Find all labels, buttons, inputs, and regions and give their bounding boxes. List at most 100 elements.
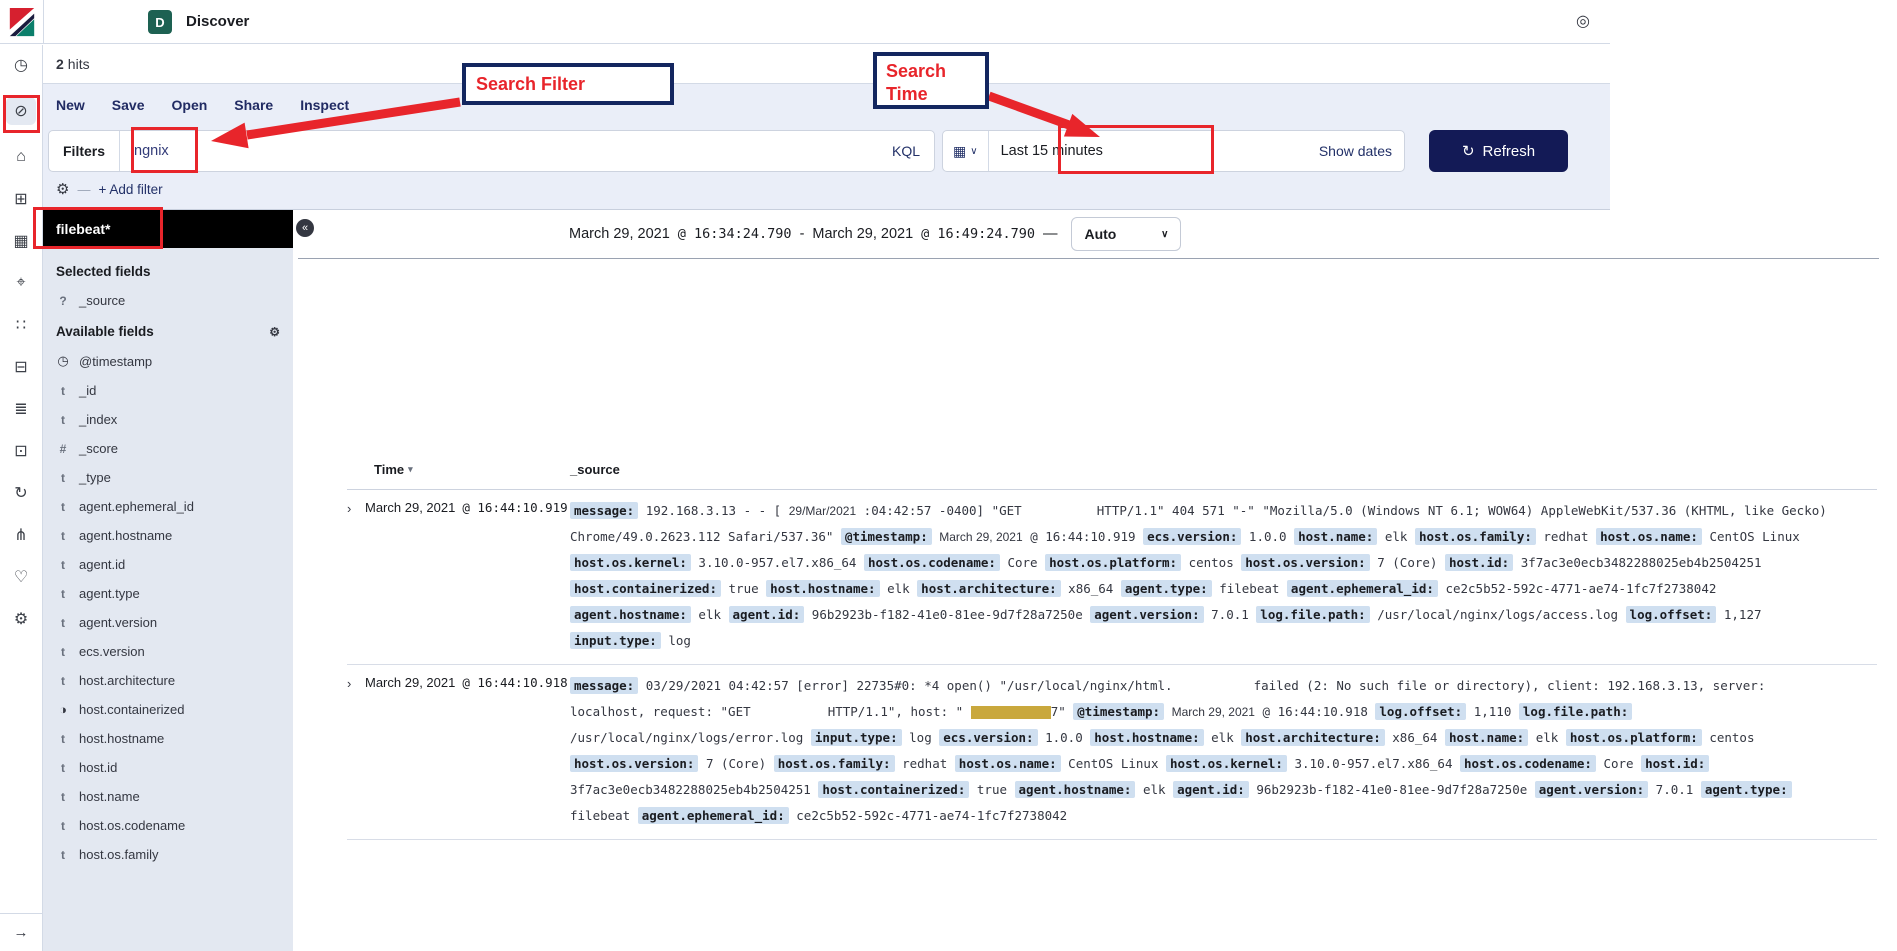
search-filter-annotation: Search Filter (462, 63, 674, 105)
collapse-sidebar-button[interactable]: « (296, 219, 314, 237)
document-row: ›March 29, 2021@ 16:44:10.918message: 03… (347, 665, 1877, 840)
chevron-down-icon: ∨ (970, 146, 977, 157)
field-name: _score (79, 441, 118, 456)
histogram-range-header: March 29, 2021 @ 16:34:24.790 - March 29… (569, 217, 1181, 251)
search-row: Filters ngnix KQL ▦ ∨ Last 15 minutes Sh… (43, 128, 1610, 172)
field-item-host.containerized[interactable]: ◑host.containerized (56, 702, 280, 717)
field-key-badge: agent.id: (1173, 781, 1249, 798)
field-item-agent.hostname[interactable]: tagent.hostname (56, 528, 280, 543)
field-item-host.architecture[interactable]: thost.architecture (56, 673, 280, 688)
menu-item-inspect[interactable]: Inspect (300, 97, 349, 113)
dev-tools-icon[interactable]: ⋔ (6, 525, 36, 545)
management-icon[interactable]: ⚙ (6, 609, 36, 629)
text-type-icon: t (56, 616, 70, 630)
menu-item-open[interactable]: Open (172, 97, 208, 113)
field-item-host.hostname[interactable]: thost.hostname (56, 731, 280, 746)
overlaid-date-text: March 29, 2021 (1172, 705, 1255, 719)
menu-item-new[interactable]: New (56, 97, 85, 113)
field-item-host.os.codename[interactable]: thost.os.codename (56, 818, 280, 833)
field-item-_id[interactable]: t _id (56, 383, 280, 398)
logs-icon[interactable]: ≣ (6, 399, 36, 419)
search-input[interactable]: ngnix (120, 143, 892, 159)
field-item-host.name[interactable]: t host.name (56, 789, 280, 804)
visualize-icon[interactable]: ⌂ (6, 147, 36, 167)
header-menu-icon[interactable]: ◎ (1576, 11, 1590, 31)
field-item-agent.ephemeral_id[interactable]: tagent.ephemeral_id (56, 499, 280, 514)
field-key-badge: ecs.version: (939, 729, 1037, 746)
discover-app-icon: D (148, 10, 172, 34)
search-time-annotation: Search Time (873, 52, 989, 109)
filters-button[interactable]: Filters (49, 131, 120, 171)
expand-row-icon[interactable]: › (347, 498, 365, 654)
field-item-host.id[interactable]: thost.id (56, 760, 280, 775)
field-item-agent.id[interactable]: tagent.id (56, 557, 280, 572)
field-key-badge: host.os.family: (774, 755, 895, 772)
range-end-time: @ 16:49:24.790 (921, 226, 1035, 242)
apm-icon[interactable]: ⊡ (6, 441, 36, 461)
add-filter-button[interactable]: + Add filter (98, 182, 162, 197)
machine-learning-icon[interactable]: ∷ (6, 315, 36, 335)
nav-collapse-button[interactable]: → (0, 913, 42, 951)
field-item-_type[interactable]: t_type (56, 470, 280, 485)
field-item-_index[interactable]: t_index (56, 412, 280, 427)
dashboard-icon[interactable]: ▦ (6, 231, 36, 251)
text-type-icon: t (56, 529, 70, 543)
text-type-icon: t (56, 674, 70, 688)
text-type-icon: t (56, 790, 70, 804)
field-item-ecs.version[interactable]: tecs.version (56, 644, 280, 659)
metrics-icon[interactable]: ⊟ (6, 357, 36, 377)
field-key-badge: log.file.path: (1256, 606, 1369, 623)
field-settings-gear-icon[interactable]: ⚙ (269, 325, 280, 339)
histogram-divider (298, 258, 1879, 259)
main-panel: March 29, 2021 @ 16:34:24.790 - March 29… (293, 210, 1897, 951)
field-item-agent.type[interactable]: tagent.type (56, 586, 280, 601)
header-divider (43, 0, 44, 44)
field-name: host.name (79, 789, 140, 804)
field-key-badge: host.os.platform: (1566, 729, 1702, 746)
field-name: _id (79, 383, 96, 398)
field-name: agent.ephemeral_id (79, 499, 194, 514)
fields-sidebar: filebeat* Selected fields ?_source Avail… (43, 210, 293, 951)
clock-icon[interactable]: ◷ (6, 55, 36, 75)
monitoring-icon[interactable]: ♡ (6, 567, 36, 587)
field-name: ecs.version (79, 644, 145, 659)
chevron-down-icon: ∨ (1161, 229, 1168, 240)
kibana-logo[interactable] (7, 7, 37, 37)
interval-select[interactable]: Auto ∨ (1071, 217, 1181, 251)
kql-toggle[interactable]: KQL (892, 143, 934, 159)
uptime-icon[interactable]: ↻ (6, 483, 36, 503)
maps-icon[interactable]: ⌖ (6, 273, 36, 293)
doc-source-cell: message: 03/29/2021 04:42:57 [error] 227… (570, 673, 1835, 829)
text-type-icon: t (56, 384, 70, 398)
field-key-badge: log.file.path: (1519, 703, 1632, 720)
menu-item-share[interactable]: Share (234, 97, 273, 113)
filter-bar-divider: — (77, 182, 90, 197)
left-nav: ◷⊘⌂⊞▦⌖∷⊟≣⊡↻⋔♡⚙ → (0, 45, 43, 951)
available-fields-title: Available fields ⚙ (56, 324, 280, 339)
field-key-badge: host.os.version: (1241, 554, 1369, 571)
time-column-header[interactable]: Time ▾ (374, 462, 570, 477)
menu-item-save[interactable]: Save (112, 97, 145, 113)
show-dates-button[interactable]: Show dates (1319, 143, 1404, 159)
field-item-_score[interactable]: #_score (56, 441, 280, 456)
doc-time-date: March 29, 2021 (365, 675, 455, 690)
field-key-badge: host.name: (1294, 528, 1377, 545)
selected-fields-title: Selected fields (56, 264, 280, 279)
filter-settings-gear-icon[interactable]: ⚙ (56, 180, 69, 198)
field-item-_source[interactable]: ?_source (56, 293, 280, 308)
top-menu: New Save Open Share Inspect (43, 84, 1610, 113)
field-item-@timestamp[interactable]: ◷@timestamp (56, 353, 280, 369)
calendar-dropdown-button[interactable]: ▦ ∨ (943, 131, 989, 171)
field-item-agent.version[interactable]: tagent.version (56, 615, 280, 630)
refresh-button[interactable]: ↻ Refresh (1429, 130, 1568, 172)
documents-table: Time ▾ _source ›March 29, 2021@ 16:44:10… (347, 462, 1877, 840)
table-header: Time ▾ _source (347, 462, 1877, 490)
field-item-host.os.family[interactable]: thost.os.family (56, 847, 280, 862)
field-key-badge: agent.type: (1121, 580, 1212, 597)
expand-row-icon[interactable]: › (347, 673, 365, 829)
canvas-icon[interactable]: ⊞ (6, 189, 36, 209)
field-key-badge: host.containerized: (818, 781, 969, 798)
redacted-gap (1029, 511, 1089, 515)
field-key-badge: host.os.name: (1596, 528, 1702, 545)
unknown-type-icon: ? (56, 294, 70, 308)
